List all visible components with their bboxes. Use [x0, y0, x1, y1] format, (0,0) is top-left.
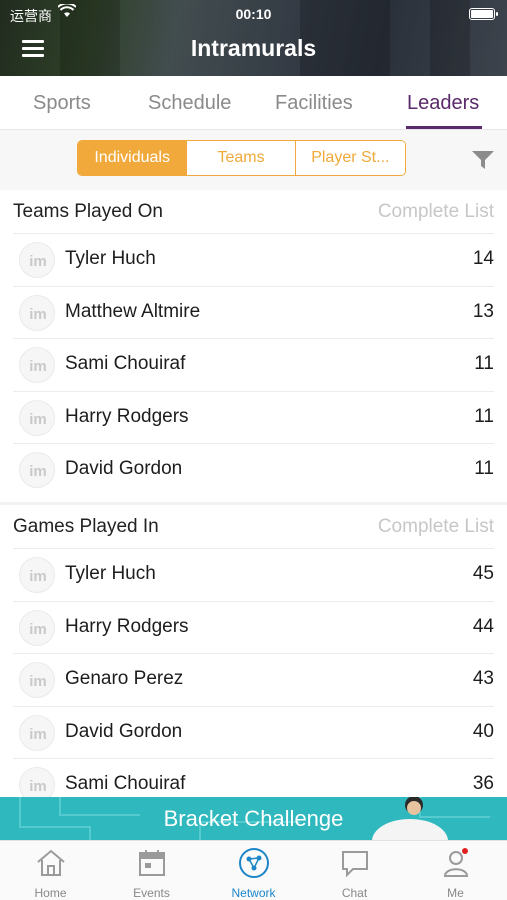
player-value: 14: [472, 248, 494, 269]
list-item[interactable]: im Sami Chouiraf 36: [13, 759, 494, 797]
filter-bar: Individuals Teams Player St...: [0, 130, 507, 190]
avatar: im: [19, 452, 55, 488]
nav-home[interactable]: Home: [0, 841, 101, 900]
nav-label: Home: [34, 886, 67, 900]
complete-list-link[interactable]: Complete List: [378, 201, 494, 223]
network-icon: [238, 847, 270, 879]
list-item[interactable]: im Genaro Perez 43: [13, 654, 494, 707]
nav-chat[interactable]: Chat: [304, 841, 405, 900]
nav-label: Network: [231, 886, 276, 900]
user-icon: [440, 847, 472, 879]
tab-facilities[interactable]: Facilities: [275, 92, 353, 115]
list-item[interactable]: im David Gordon 11: [13, 444, 494, 497]
svg-text:im: im: [29, 568, 47, 585]
player-name: Sami Chouiraf: [65, 353, 186, 374]
section-header: Games Played In Complete List: [13, 505, 494, 549]
player-illustration: [360, 797, 450, 840]
svg-text:im: im: [29, 726, 47, 743]
list-item[interactable]: im Harry Rodgers 11: [13, 392, 494, 444]
avatar: im: [19, 767, 55, 797]
segmented-control: Individuals Teams Player St...: [77, 140, 406, 176]
section-header: Teams Played On Complete List: [13, 190, 494, 234]
player-value: 40: [472, 720, 494, 742]
nav-events[interactable]: Events: [101, 841, 202, 900]
segment-teams[interactable]: Teams: [187, 141, 296, 175]
avatar: im: [19, 347, 55, 383]
avatar: im: [19, 557, 55, 593]
svg-text:im: im: [29, 463, 47, 480]
home-icon: [35, 847, 67, 879]
avatar: im: [19, 242, 55, 278]
segment-individuals[interactable]: Individuals: [78, 141, 188, 175]
avatar: im: [19, 294, 55, 331]
nav-label: Events: [133, 886, 170, 900]
list-item[interactable]: im Tyler Huch 14: [13, 234, 494, 287]
player-name: Harry Rodgers: [65, 405, 189, 427]
avatar: im: [19, 609, 55, 646]
player-name: Sami Chouiraf: [65, 773, 186, 794]
list-item[interactable]: im Harry Rodgers 44: [13, 602, 494, 654]
battery-icon: [469, 8, 498, 20]
nav-me[interactable]: Me: [405, 841, 506, 900]
player-name: Genaro Perez: [65, 668, 184, 689]
avatar: im: [19, 662, 55, 698]
avatar: im: [19, 399, 55, 436]
calendar-icon: [136, 847, 168, 879]
player-value: 13: [472, 300, 494, 322]
svg-text:im: im: [29, 411, 47, 428]
list-item[interactable]: im David Gordon 40: [13, 707, 494, 759]
list-item[interactable]: im Sami Chouiraf 11: [13, 339, 494, 392]
tab-schedule[interactable]: Schedule: [148, 92, 231, 115]
player-value: 36: [472, 773, 494, 794]
svg-text:im: im: [29, 306, 47, 323]
tab-sports[interactable]: Sports: [33, 92, 91, 115]
player-name: Tyler Huch: [65, 563, 156, 584]
section-title: Games Played In: [13, 516, 159, 537]
player-value: 11: [474, 405, 494, 427]
nav-label: Me: [447, 886, 464, 900]
player-value: 43: [472, 668, 494, 689]
list-item[interactable]: im Tyler Huch 45: [13, 549, 494, 602]
status-bar: 运营商 00:10: [0, 0, 507, 28]
bottom-navigation: Home Events Network Chat Me: [0, 840, 507, 900]
svg-text:im: im: [29, 253, 47, 270]
player-value: 45: [472, 563, 494, 584]
avatar: im: [19, 714, 55, 751]
app-screen: 运营商 00:10 Intramurals Sports Schedule Fa…: [0, 0, 507, 900]
list-item[interactable]: im Matthew Altmire 13: [13, 287, 494, 339]
page-title: Intramurals: [190, 35, 317, 61]
player-value: 11: [474, 458, 494, 479]
player-value: 44: [472, 615, 494, 637]
player-value: 11: [474, 353, 494, 374]
top-tabs: Sports Schedule Facilities Leaders: [0, 76, 507, 130]
bracket-challenge-banner[interactable]: Bracket Challenge: [0, 797, 507, 840]
chat-icon: [339, 847, 371, 879]
complete-list-link[interactable]: Complete List: [378, 516, 494, 538]
player-name: David Gordon: [65, 458, 183, 479]
app-header: 运营商 00:10 Intramurals: [0, 0, 507, 76]
tab-leaders[interactable]: Leaders: [407, 92, 479, 115]
svg-text:im: im: [29, 621, 47, 638]
svg-text:im: im: [29, 778, 47, 795]
nav-label: Chat: [341, 886, 368, 900]
player-name: Matthew Altmire: [65, 300, 201, 322]
nav-network[interactable]: Network: [203, 841, 304, 900]
section-teams-played-on: Teams Played On Complete List im Tyler H…: [0, 190, 507, 497]
filter-icon[interactable]: [471, 150, 495, 170]
section-title: Teams Played On: [13, 201, 163, 222]
player-name: Tyler Huch: [65, 248, 156, 269]
player-name: Harry Rodgers: [65, 615, 189, 637]
player-name: David Gordon: [65, 720, 183, 742]
svg-text:im: im: [29, 358, 47, 375]
active-tab-indicator: [406, 126, 482, 129]
svg-text:im: im: [29, 673, 47, 690]
segment-player-stats[interactable]: Player St...: [295, 141, 405, 175]
status-time: 00:10: [235, 6, 272, 22]
section-games-played-in: Games Played In Complete List im Tyler H…: [0, 505, 507, 797]
